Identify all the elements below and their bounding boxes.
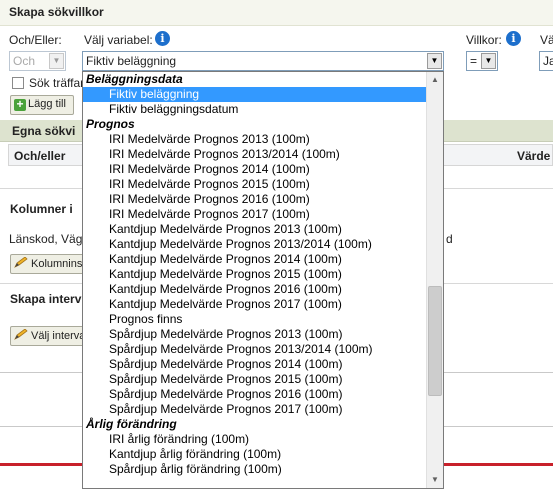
optgroup-label: Årlig förändring xyxy=(86,417,177,431)
scroll-up-icon[interactable]: ▲ xyxy=(427,72,443,88)
kolumnins-button-label: Kolumnins xyxy=(31,258,83,270)
dropdown-items: Beläggningsdata Fiktiv beläggning Fiktiv b… xyxy=(83,72,443,477)
dropdown-option[interactable]: IRI Medelvärde Prognos 2013/2014 (100m) xyxy=(83,147,443,162)
scroll-down-icon[interactable]: ▼ xyxy=(427,472,443,488)
add-button-label: Lägg till xyxy=(28,98,66,110)
kolumner-list-text: Länskod, Väg xyxy=(9,232,83,246)
pencil-icon xyxy=(14,329,28,340)
dropdown-option[interactable]: Spårdjup Medelvärde Prognos 2013 (100m) xyxy=(83,327,443,342)
section-title: Skapa sökvillkor xyxy=(0,0,553,26)
scroll-thumb[interactable] xyxy=(428,286,442,396)
dropdown-option[interactable]: Kantdjup Medelvärde Prognos 2013/2014 (1… xyxy=(83,237,443,252)
dropdown-option[interactable]: Kantdjup Medelvärde Prognos 2013 (100m) xyxy=(83,222,443,237)
pencil-icon xyxy=(14,257,28,268)
intervall-heading: Skapa interv xyxy=(10,292,82,306)
value-select-value: Ja xyxy=(543,54,553,68)
value-select[interactable]: Ja xyxy=(539,51,553,71)
plus-icon: + xyxy=(14,98,26,111)
dropdown-scrollbar[interactable]: ▲ ▼ xyxy=(426,72,443,488)
info-icon[interactable]: i xyxy=(506,31,521,46)
dropdown-option[interactable]: Kantdjup Medelvärde Prognos 2016 (100m) xyxy=(83,282,443,297)
dropdown-option[interactable]: IRI Medelvärde Prognos 2017 (100m) xyxy=(83,207,443,222)
och-eller-select[interactable]: Och ▼ xyxy=(9,51,66,71)
chevron-down-icon[interactable]: ▼ xyxy=(49,53,64,69)
valj-variabel-label: Välj variabel: xyxy=(84,33,153,47)
dropdown-option[interactable]: Prognos finns xyxy=(83,312,443,327)
sok-traffar-checkbox[interactable] xyxy=(12,77,24,89)
optgroup-label: Beläggningsdata xyxy=(86,72,183,86)
dropdown-option-selected[interactable]: Fiktiv beläggning xyxy=(83,87,443,102)
dropdown-option[interactable]: Spårdjup Medelvärde Prognos 2017 (100m) xyxy=(83,402,443,417)
variable-dropdown-list[interactable]: Beläggningsdata Fiktiv beläggning Fiktiv b… xyxy=(82,71,444,489)
dropdown-option[interactable]: Spårdjup Medelvärde Prognos 2015 (100m) xyxy=(83,372,443,387)
add-button[interactable]: + Lägg till xyxy=(10,95,74,115)
villkor-select-value: = xyxy=(470,54,478,68)
kolumnins-button[interactable]: Kolumnins xyxy=(10,254,85,274)
dropdown-option[interactable]: Spårdjup årlig förändring (100m) xyxy=(83,462,443,477)
kolumner-list-text-end: d xyxy=(446,232,453,246)
dropdown-option[interactable]: Kantdjup Medelvärde Prognos 2017 (100m) xyxy=(83,297,443,312)
dropdown-option[interactable]: IRI Medelvärde Prognos 2016 (100m) xyxy=(83,192,443,207)
valj-intervall-button[interactable]: Välj interva xyxy=(10,326,85,346)
och-eller-value: Och xyxy=(13,54,36,68)
villkor-select[interactable]: = ▼ xyxy=(466,51,498,71)
optgroup-label: Prognos xyxy=(86,117,135,131)
dropdown-option[interactable]: IRI Medelvärde Prognos 2015 (100m) xyxy=(83,177,443,192)
och-eller-label: Och/Eller: xyxy=(9,33,62,47)
dropdown-option[interactable]: IRI årlig förändring (100m) xyxy=(83,432,443,447)
valj-intervall-button-label: Välj interva xyxy=(31,330,85,342)
dropdown-option[interactable]: Kantdjup årlig förändring (100m) xyxy=(83,447,443,462)
dropdown-option[interactable]: Spårdjup Medelvärde Prognos 2016 (100m) xyxy=(83,387,443,402)
dropdown-option[interactable]: Spårdjup Medelvärde Prognos 2014 (100m) xyxy=(83,357,443,372)
info-icon[interactable]: i xyxy=(155,31,170,46)
kolumner-heading: Kolumner i xyxy=(10,202,73,216)
dropdown-option[interactable]: Spårdjup Medelvärde Prognos 2013/2014 (1… xyxy=(83,342,443,357)
sok-traffar-label: Sök träffar xyxy=(29,76,85,90)
dropdown-option[interactable]: Fiktiv beläggningsdatum xyxy=(83,102,443,117)
dropdown-option[interactable]: Kantdjup Medelvärde Prognos 2015 (100m) xyxy=(83,267,443,282)
variable-select-value: Fiktiv beläggning xyxy=(86,54,177,68)
dropdown-option[interactable]: Kantdjup Medelvärde Prognos 2014 (100m) xyxy=(83,252,443,267)
chevron-down-icon[interactable]: ▼ xyxy=(427,53,442,69)
column-varde: Värde xyxy=(517,149,551,163)
villkor-label: Villkor: xyxy=(466,33,502,47)
dropdown-option[interactable]: IRI Medelvärde Prognos 2013 (100m) xyxy=(83,132,443,147)
value-label: Vä xyxy=(540,33,553,47)
chevron-down-icon[interactable]: ▼ xyxy=(481,53,496,69)
dropdown-option[interactable]: IRI Medelvärde Prognos 2014 (100m) xyxy=(83,162,443,177)
column-och-eller: Och/eller xyxy=(14,149,66,163)
variable-select[interactable]: Fiktiv beläggning ▼ xyxy=(82,51,444,71)
